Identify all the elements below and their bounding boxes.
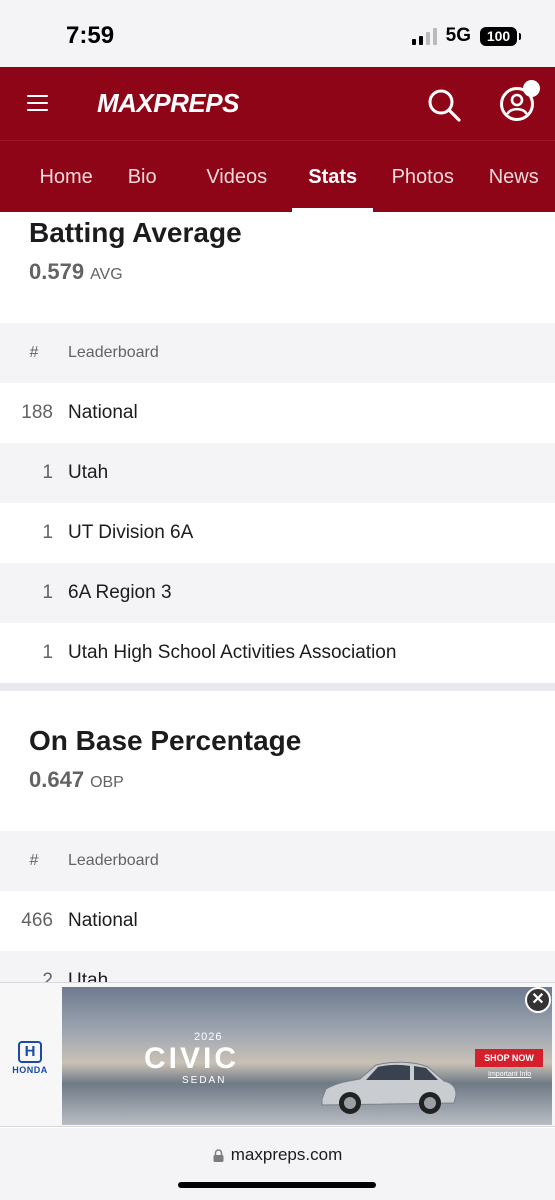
rank: 466 <box>21 910 53 931</box>
car-image <box>321 1061 457 1114</box>
leaderboard-row[interactable]: 466 National <box>0 891 555 951</box>
browser-url-bar[interactable]: maxpreps.com <box>0 1128 555 1200</box>
leaderboard-name: UT Division 6A <box>68 522 194 543</box>
honda-logo: H HONDA <box>10 1041 50 1075</box>
rank: 1 <box>42 522 53 543</box>
tab-label: Videos <box>206 165 268 188</box>
ad-model-body: SEDAN <box>182 1075 227 1086</box>
stat-section-on-base-percentage: On Base Percentage 0.647 OBP # Leaderboa… <box>0 691 555 1011</box>
rank: 1 <box>42 462 53 483</box>
leaderboard-row[interactable]: 1 UT Division 6A <box>0 503 555 563</box>
leaderboard-name: Utah High School Activities Association <box>68 642 397 663</box>
honda-h-icon: H <box>18 1041 42 1063</box>
stats-content: Batting Average 0.579 AVG # Leaderboard … <box>0 212 555 1011</box>
ad-banner[interactable]: H HONDA 2026 CIVIC SEDAN SHOP NOW Import… <box>0 982 555 1127</box>
search-icon[interactable] <box>427 88 461 122</box>
lock-icon <box>213 1148 224 1162</box>
maxpreps-logo[interactable]: MAXPREPS <box>97 88 239 119</box>
status-time: 7:59 <box>66 22 115 49</box>
rank: 188 <box>21 402 53 423</box>
tab-label: News <box>488 165 539 188</box>
leaderboard-name: 6A Region 3 <box>68 582 172 603</box>
tab-home[interactable]: Home <box>0 141 132 213</box>
tab-label: Stats <box>308 165 358 188</box>
tab-label: Home <box>39 165 93 188</box>
ad-image[interactable]: 2026 CIVIC SEDAN SHOP NOW Important Info <box>62 987 552 1125</box>
notification-dot <box>523 80 540 97</box>
network-label: 5G <box>445 25 471 46</box>
stat-number: 0.579 <box>29 259 85 284</box>
tab-label: Bio <box>127 165 157 188</box>
profile-tabs: Home Bio Videos Stats Photos News <box>0 140 555 213</box>
menu-icon[interactable] <box>27 95 48 111</box>
leaderboard-header-label: Leaderboard <box>68 344 159 361</box>
stat-title: Batting Average <box>29 217 242 248</box>
stat-number: 0.647 <box>29 767 85 792</box>
leaderboard-row[interactable]: 1 Utah High School Activities Associatio… <box>0 623 555 683</box>
stat-unit: AVG <box>90 266 123 283</box>
leaderboard-row[interactable]: 1 Utah <box>0 443 555 503</box>
tab-videos[interactable]: Videos <box>181 141 292 213</box>
url-display[interactable]: maxpreps.com <box>0 1145 555 1165</box>
leaderboard-header-label: Leaderboard <box>68 852 159 869</box>
signal-icon <box>411 27 437 45</box>
stat-title: On Base Percentage <box>29 725 302 756</box>
status-bar: 7:59 5G 100 <box>0 0 555 67</box>
tab-bio[interactable]: Bio <box>117 141 167 213</box>
leaderboard-name: National <box>68 402 138 423</box>
close-ad-button[interactable]: ✕ <box>525 987 551 1013</box>
tab-photos[interactable]: Photos <box>373 141 472 213</box>
tab-news[interactable]: News <box>472 141 555 213</box>
tab-label: Photos <box>391 165 454 188</box>
leaderboard-row[interactable]: 1 6A Region 3 <box>0 563 555 623</box>
stat-unit: OBP <box>90 774 124 791</box>
stat-section-batting-average: Batting Average 0.579 AVG # Leaderboard … <box>0 212 555 683</box>
honda-wordmark: HONDA <box>12 1065 48 1075</box>
ad-model-name: CIVIC <box>144 1042 240 1075</box>
tab-stats[interactable]: Stats <box>292 141 373 213</box>
rank: 1 <box>42 582 53 603</box>
status-indicators: 5G 100 <box>411 25 521 47</box>
leaderboard-name: National <box>68 910 138 931</box>
stat-value: 0.647 OBP <box>0 767 555 813</box>
leaderboard-name: Utah <box>68 462 109 483</box>
battery-level: 100 <box>486 28 511 44</box>
rank: 1 <box>42 642 53 663</box>
rank-header: # <box>29 344 39 361</box>
stat-value: 0.579 AVG <box>0 259 555 305</box>
url-text: maxpreps.com <box>230 1145 343 1164</box>
leaderboard-header: # Leaderboard <box>0 831 555 891</box>
shop-now-button[interactable]: SHOP NOW <box>475 1049 543 1067</box>
rank-header: # <box>29 852 39 869</box>
site-header: MAXPREPS <box>0 67 555 140</box>
leaderboard-row[interactable]: 188 National <box>0 383 555 443</box>
leaderboard-header: # Leaderboard <box>0 323 555 383</box>
section-divider <box>0 683 555 691</box>
battery-icon: 100 <box>480 26 521 46</box>
home-indicator[interactable] <box>178 1182 376 1188</box>
important-info-link[interactable]: Important Info <box>488 1071 531 1078</box>
